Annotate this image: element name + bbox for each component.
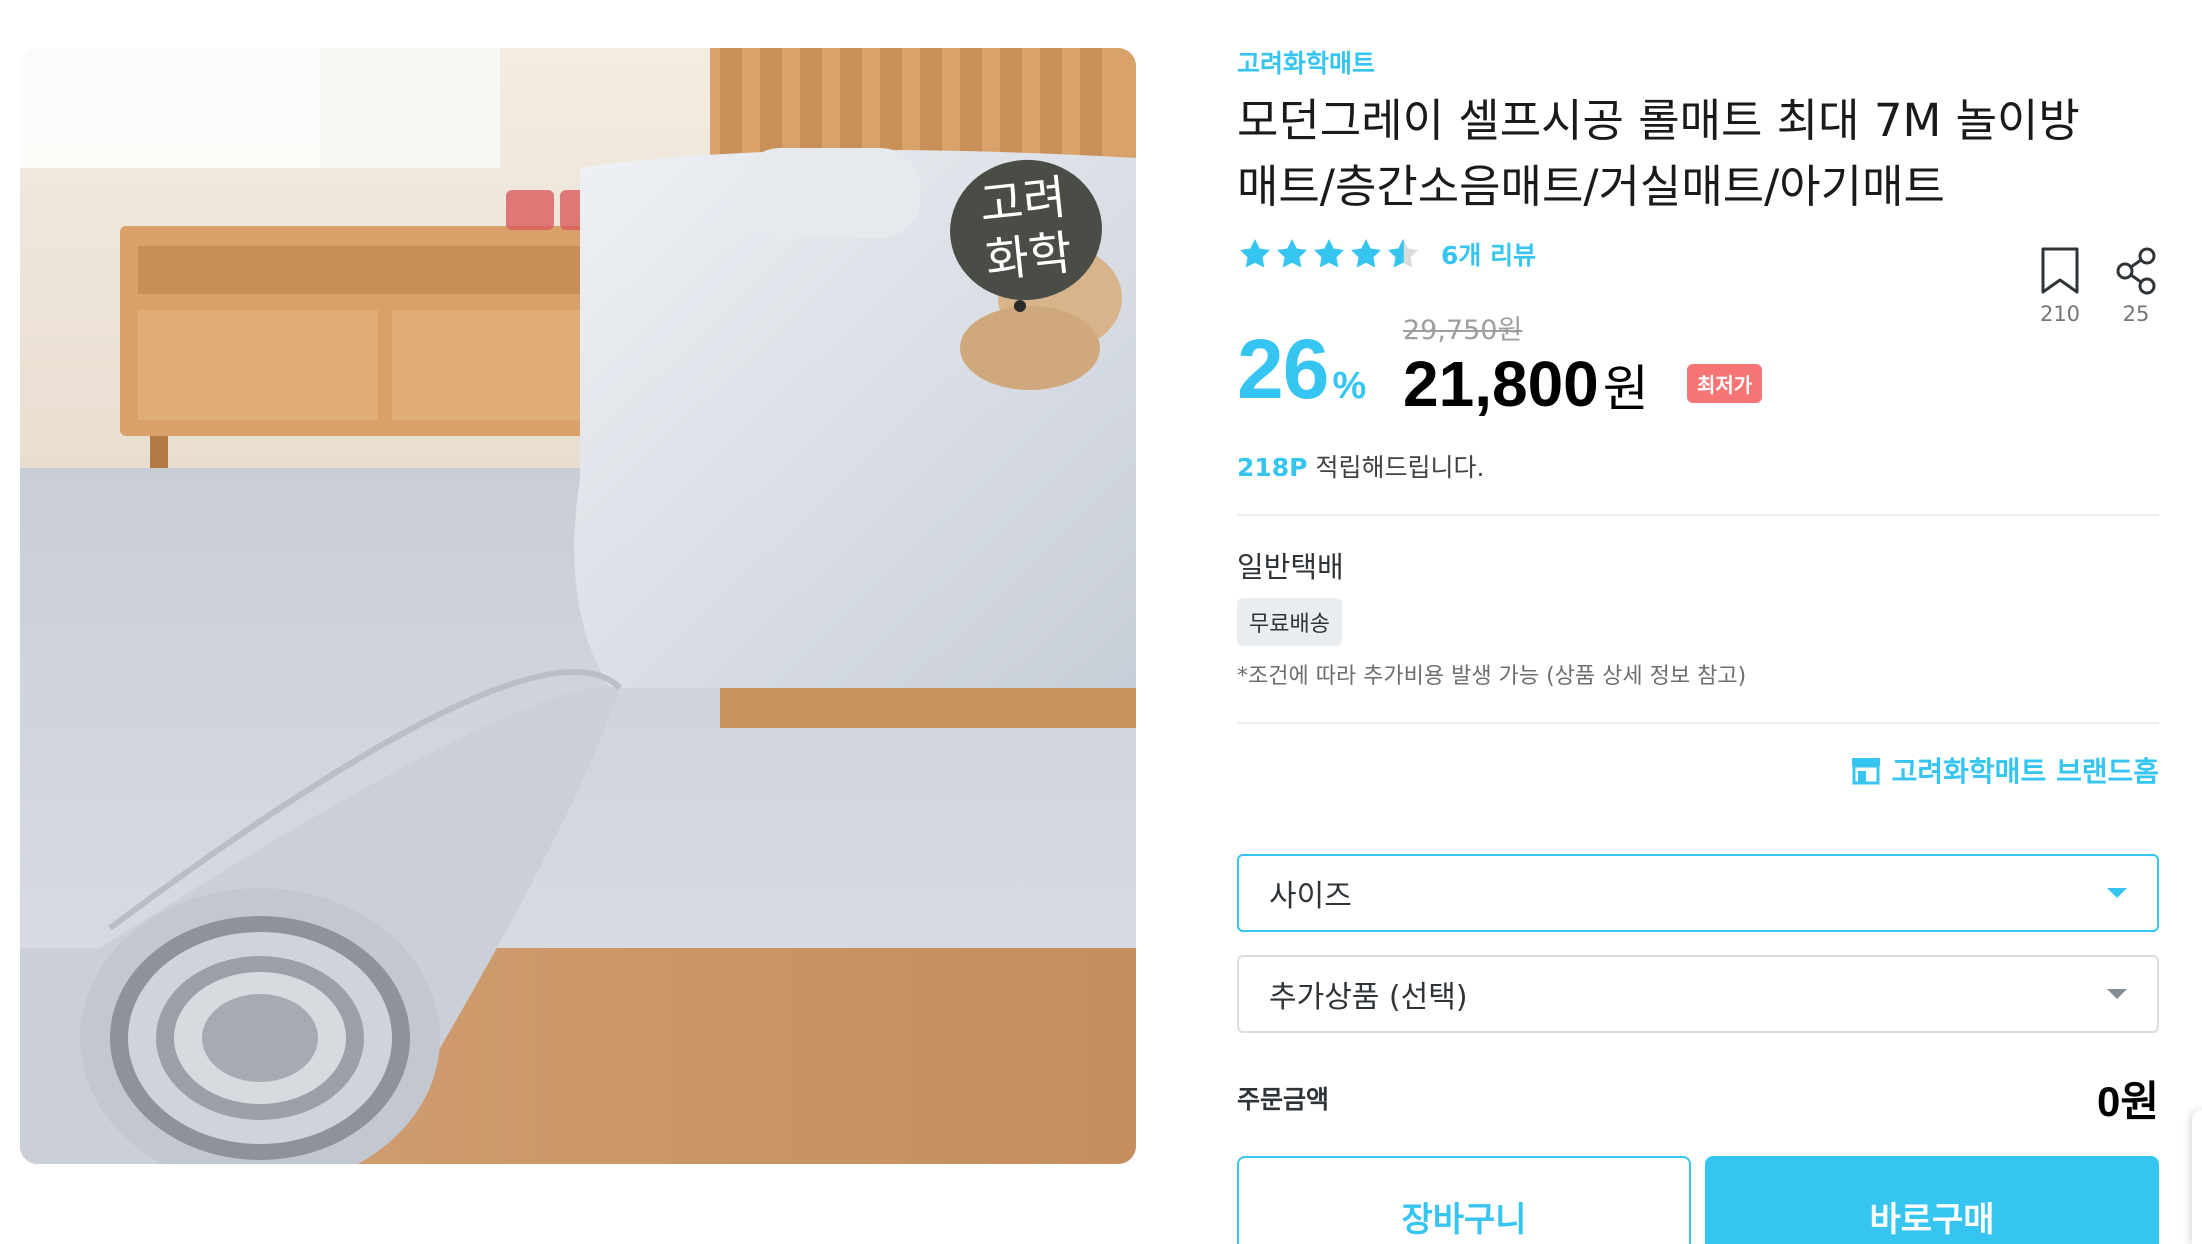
action-icons: 210 25 — [2037, 246, 2159, 326]
star-icon — [1277, 239, 1307, 268]
discount-value: 26 — [1237, 322, 1329, 416]
brand-home-link[interactable]: 고려화학매트 브랜드홈 — [1850, 750, 2159, 790]
product-title-line2: 매트/층간소음매트/거실매트/아기매트 — [1237, 160, 1945, 213]
rating-row: 6개 리뷰 — [1237, 236, 1536, 272]
discount-unit: % — [1332, 365, 1366, 407]
points-row: 218P 적립해드립니다. — [1237, 448, 1484, 484]
size-select-label: 사이즈 — [1269, 879, 1352, 914]
review-count-link[interactable]: 6개 리뷰 — [1441, 236, 1536, 272]
bookmark-count: 210 — [2039, 302, 2081, 326]
divider — [1237, 514, 2159, 516]
addon-select-label: 추가상품 (선택) — [1269, 980, 1468, 1015]
order-amount-value: 0원 — [2097, 1078, 2159, 1125]
add-to-cart-button[interactable]: 장바구니 — [1237, 1156, 1691, 1244]
points-value: 218P — [1237, 453, 1308, 482]
rating-stars — [1237, 236, 1421, 272]
discount-rate: 26% — [1237, 322, 1366, 431]
share-button[interactable]: 25 — [2113, 246, 2159, 326]
bookmark-button[interactable]: 210 — [2037, 246, 2083, 326]
share-icon — [2116, 247, 2156, 295]
order-amount-label: 주문금액 — [1237, 1085, 1330, 1114]
original-price: 29,750원 — [1403, 315, 1523, 346]
bookmark-icon — [2041, 247, 2079, 294]
points-text: 적립해드립니다. — [1315, 453, 1485, 482]
product-title: 모던그레이 셀프시공 롤매트 최대 7M 놀이방 매트/층간소음매트/거실매트/… — [1237, 88, 2137, 220]
star-icon — [1240, 239, 1270, 268]
size-select[interactable]: 사이즈 — [1237, 854, 2159, 932]
product-page: 고려 화학 고려화학매트 모던그레이 셀프시공 롤매트 최대 7M 놀이방 매트… — [0, 0, 2202, 1244]
store-icon — [1851, 758, 1880, 785]
lowest-price-badge: 최저가 — [1687, 364, 1763, 403]
side-panel-edge — [2192, 1110, 2202, 1244]
half-star-icon — [1388, 239, 1418, 268]
brand-link[interactable]: 고려화학매트 — [1237, 44, 1375, 80]
shipping-note: *조건에 따라 추가비용 발생 가능 (상품 상세 정보 참고) — [1237, 664, 1747, 689]
buy-now-button[interactable]: 바로구매 — [1705, 1156, 2159, 1244]
shipping-type: 일반택배 — [1237, 550, 1344, 584]
price-block: 26% 29,750원 21,800원 최저가 — [1237, 308, 1937, 420]
star-icon — [1351, 239, 1381, 268]
sale-price-unit: 원 — [1602, 360, 1649, 418]
share-count: 25 — [2122, 302, 2150, 326]
product-image[interactable]: 고려 화학 — [20, 48, 1136, 1164]
addon-select[interactable]: 추가상품 (선택) — [1237, 955, 2159, 1033]
chevron-down-icon — [2107, 989, 2127, 999]
product-title-line1: 모던그레이 셀프시공 롤매트 최대 7M 놀이방 — [1237, 94, 2080, 147]
star-icon — [1314, 239, 1344, 268]
chevron-down-icon — [2107, 888, 2127, 898]
brand-home-label: 고려화학매트 브랜드홈 — [1891, 755, 2159, 788]
divider — [1237, 722, 2159, 724]
free-shipping-badge: 무료배송 — [1237, 598, 1342, 646]
sale-price-value: 21,800 — [1403, 348, 1599, 420]
sale-price: 21,800원 — [1403, 344, 1649, 429]
